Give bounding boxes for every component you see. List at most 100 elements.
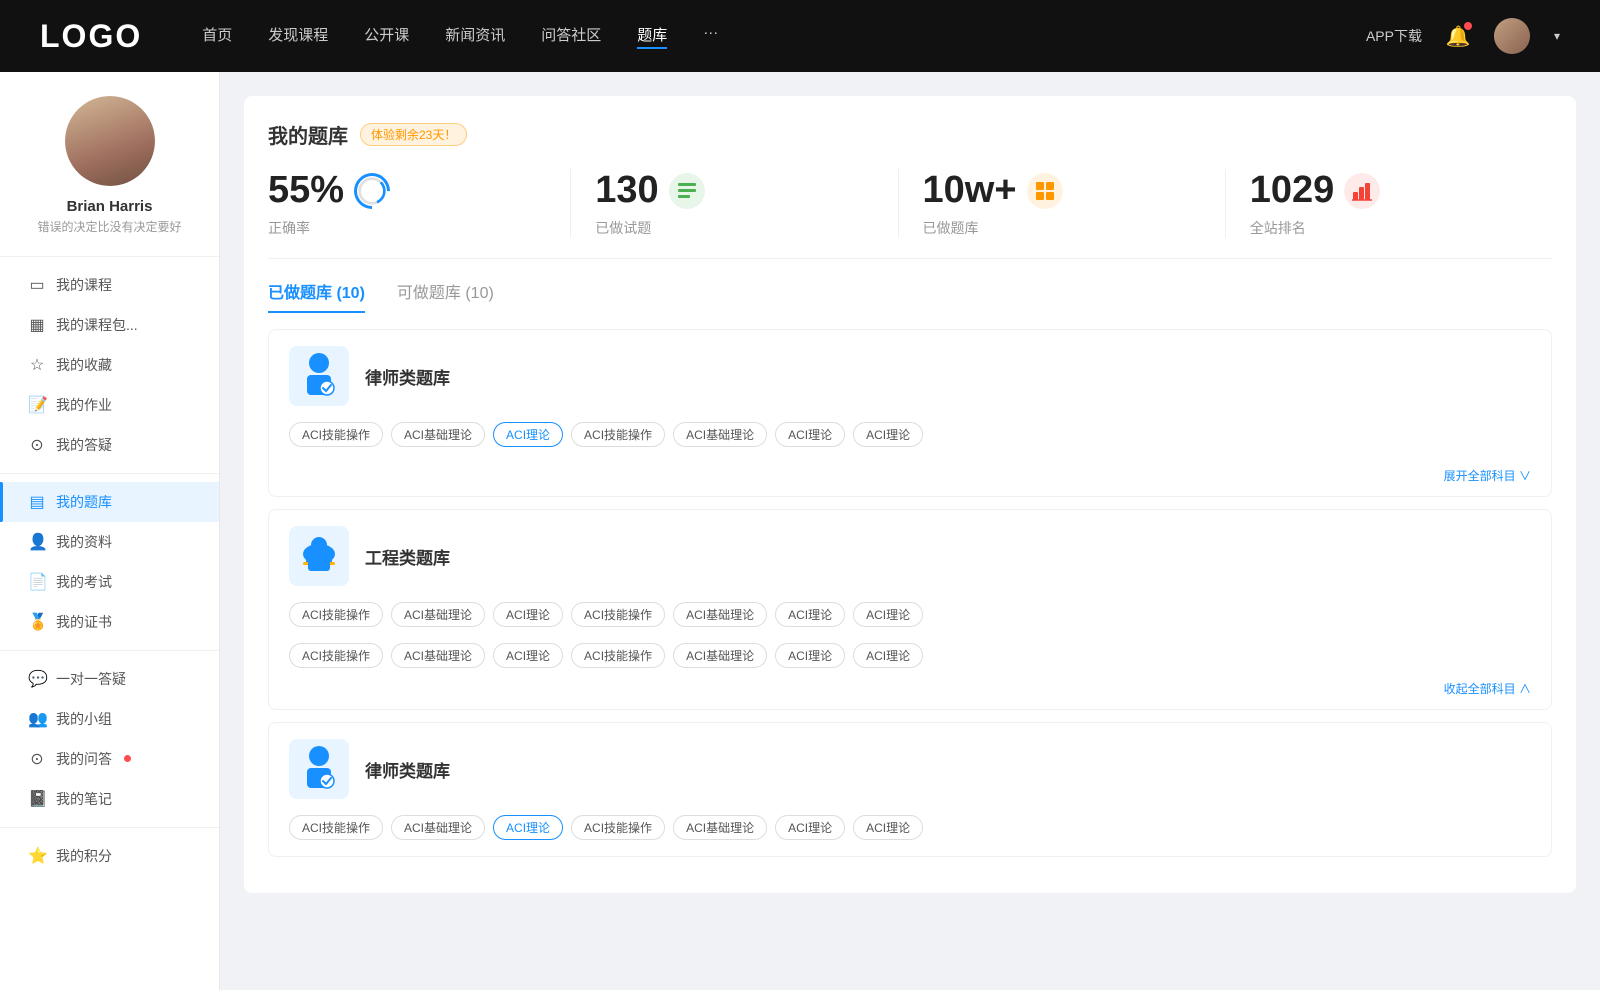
certificate-icon: 🏅 — [28, 612, 46, 632]
sidebar-item-label: 我的课程包... — [56, 315, 138, 335]
engineer-icon — [296, 532, 342, 580]
bank-tag-1-2[interactable]: ACI理论 — [493, 422, 563, 447]
stat-done-label: 已做试题 — [595, 218, 651, 238]
bank-header-1: 律师类题库 — [269, 330, 1551, 422]
notes-icon: 📓 — [28, 789, 46, 809]
stat-accuracy-row: 55% — [268, 169, 390, 212]
bank-collapse-2[interactable]: 收起全部科目 ∧ — [269, 676, 1551, 709]
notification-bell[interactable]: 🔔 — [1442, 20, 1474, 52]
nav-bank[interactable]: 题库 — [637, 24, 667, 49]
bank-tag-2-2[interactable]: ACI理论 — [493, 602, 563, 627]
nav-more[interactable]: ··· — [703, 24, 718, 49]
stat-rank-row: 1029 — [1250, 169, 1381, 212]
sidebar-item-label: 我的收藏 — [56, 355, 112, 375]
main-content: 我的题库 体验剩余23天！ 55% 正确率 — [220, 72, 1600, 990]
stat-banks-row: 10w+ — [923, 169, 1063, 212]
bank-tag-2r2-5[interactable]: ACI理论 — [775, 643, 845, 668]
sidebar-item-group[interactable]: 👥 我的小组 — [0, 699, 219, 739]
bank-tag-2-1[interactable]: ACI基础理论 — [391, 602, 485, 627]
course-package-icon: ▦ — [28, 315, 46, 335]
bank-tag-1-5[interactable]: ACI理论 — [775, 422, 845, 447]
bank-tag-2-3[interactable]: ACI技能操作 — [571, 602, 665, 627]
bank-tag-3-3[interactable]: ACI技能操作 — [571, 815, 665, 840]
bank-tag-1-4[interactable]: ACI基础理论 — [673, 422, 767, 447]
pie-chart-icon — [349, 168, 394, 213]
bank-icon: ▤ — [28, 492, 46, 512]
bank-tag-1-1[interactable]: ACI基础理论 — [391, 422, 485, 447]
sidebar-item-question-bank[interactable]: ▤ 我的题库 — [0, 482, 219, 522]
bank-tag-3-5[interactable]: ACI理论 — [775, 815, 845, 840]
sidebar-item-label: 我的考试 — [56, 572, 112, 592]
bank-tag-2-4[interactable]: ACI基础理论 — [673, 602, 767, 627]
bank-tag-2-5[interactable]: ACI理论 — [775, 602, 845, 627]
sidebar-divider-2 — [0, 650, 219, 651]
nav-discover[interactable]: 发现课程 — [268, 24, 328, 49]
avatar[interactable] — [1494, 18, 1530, 54]
bank-tag-3-2[interactable]: ACI理论 — [493, 815, 563, 840]
bank-tag-2r2-3[interactable]: ACI技能操作 — [571, 643, 665, 668]
sidebar-item-my-course[interactable]: ▭ 我的课程 — [0, 265, 219, 305]
bank-expand-1[interactable]: 展开全部科目 ∨ — [269, 463, 1551, 496]
bank-tag-2r2-1[interactable]: ACI基础理论 — [391, 643, 485, 668]
exam-icon: 📄 — [28, 572, 46, 592]
notification-dot — [1464, 22, 1472, 30]
sidebar-item-label: 我的证书 — [56, 612, 112, 632]
bank-tag-1-3[interactable]: ACI技能操作 — [571, 422, 665, 447]
stat-banks-value: 10w+ — [923, 169, 1017, 212]
nav-news[interactable]: 新闻资讯 — [445, 24, 505, 49]
tab-done-banks[interactable]: 已做题库 (10) — [268, 279, 365, 313]
nav-open[interactable]: 公开课 — [364, 24, 409, 49]
bank-tag-2r2-0[interactable]: ACI技能操作 — [289, 643, 383, 668]
bank-header-2: 工程类题库 — [269, 510, 1551, 602]
sidebar-item-course-package[interactable]: ▦ 我的课程包... — [0, 305, 219, 345]
sidebar-divider-3 — [0, 827, 219, 828]
sidebar-item-certificate[interactable]: 🏅 我的证书 — [0, 602, 219, 642]
tab-available-banks[interactable]: 可做题库 (10) — [397, 279, 494, 313]
avatar-dropdown-arrow[interactable]: ▾ — [1554, 29, 1560, 43]
sidebar-item-favorites[interactable]: ☆ 我的收藏 — [0, 345, 219, 385]
sidebar-item-points[interactable]: ⭐ 我的积分 — [0, 836, 219, 876]
sidebar-motto: 错误的决定比没有决定要好 — [20, 219, 199, 236]
lawyer-icon-3 — [298, 743, 340, 795]
sidebar-username: Brian Harris — [20, 198, 199, 215]
bank-section-1: 律师类题库 ACI技能操作 ACI基础理论 ACI理论 ACI技能操作 ACI基… — [268, 329, 1552, 497]
sidebar-item-exam[interactable]: 📄 我的考试 — [0, 562, 219, 602]
bank-tag-3-6[interactable]: ACI理论 — [853, 815, 923, 840]
grid-icon — [1034, 180, 1056, 202]
sidebar-item-notes[interactable]: 📓 我的笔记 — [0, 779, 219, 819]
sidebar-item-label: 一对一答疑 — [56, 669, 126, 689]
bank-tag-3-1[interactable]: ACI基础理论 — [391, 815, 485, 840]
stat-done-questions: 130 已做试题 — [571, 169, 898, 238]
stat-accuracy-label: 正确率 — [268, 218, 310, 238]
bank-tag-3-4[interactable]: ACI基础理论 — [673, 815, 767, 840]
sidebar-item-profile[interactable]: 👤 我的资料 — [0, 522, 219, 562]
sidebar: Brian Harris 错误的决定比没有决定要好 ▭ 我的课程 ▦ 我的课程包… — [0, 72, 220, 990]
bank-icon-3 — [289, 739, 349, 799]
sidebar-item-qa[interactable]: ⊙ 我的答疑 — [0, 425, 219, 465]
nav-home[interactable]: 首页 — [202, 24, 232, 49]
bank-tag-1-6[interactable]: ACI理论 — [853, 422, 923, 447]
sidebar-item-my-qa[interactable]: ⊙ 我的问答 — [0, 739, 219, 779]
question-bank-card: 我的题库 体验剩余23天！ 55% 正确率 — [244, 96, 1576, 893]
sidebar-item-homework[interactable]: 📝 我的作业 — [0, 385, 219, 425]
navbar: LOGO 首页 发现课程 公开课 新闻资讯 问答社区 题库 ··· APP下载 … — [0, 0, 1600, 72]
course-icon: ▭ — [28, 275, 46, 295]
sidebar-item-label: 我的问答 — [56, 749, 112, 769]
stat-done-row: 130 — [595, 169, 704, 212]
bank-tag-3-0[interactable]: ACI技能操作 — [289, 815, 383, 840]
bank-tag-2r2-2[interactable]: ACI理论 — [493, 643, 563, 668]
bank-tag-2-0[interactable]: ACI技能操作 — [289, 602, 383, 627]
bank-tag-2r2-6[interactable]: ACI理论 — [853, 643, 923, 668]
bank-tag-1-0[interactable]: ACI技能操作 — [289, 422, 383, 447]
sidebar-item-tutoring[interactable]: 💬 一对一答疑 — [0, 659, 219, 699]
sidebar-item-label: 我的积分 — [56, 846, 112, 866]
app-download-link[interactable]: APP下载 — [1366, 26, 1422, 46]
sidebar-avatar-image — [65, 96, 155, 186]
bank-tag-2r2-4[interactable]: ACI基础理论 — [673, 643, 767, 668]
bank-tag-2-6[interactable]: ACI理论 — [853, 602, 923, 627]
sidebar-item-label: 我的作业 — [56, 395, 112, 415]
points-icon: ⭐ — [28, 846, 46, 866]
sidebar-divider-1 — [0, 473, 219, 474]
my-qa-icon: ⊙ — [28, 749, 46, 769]
nav-qa[interactable]: 问答社区 — [541, 24, 601, 49]
